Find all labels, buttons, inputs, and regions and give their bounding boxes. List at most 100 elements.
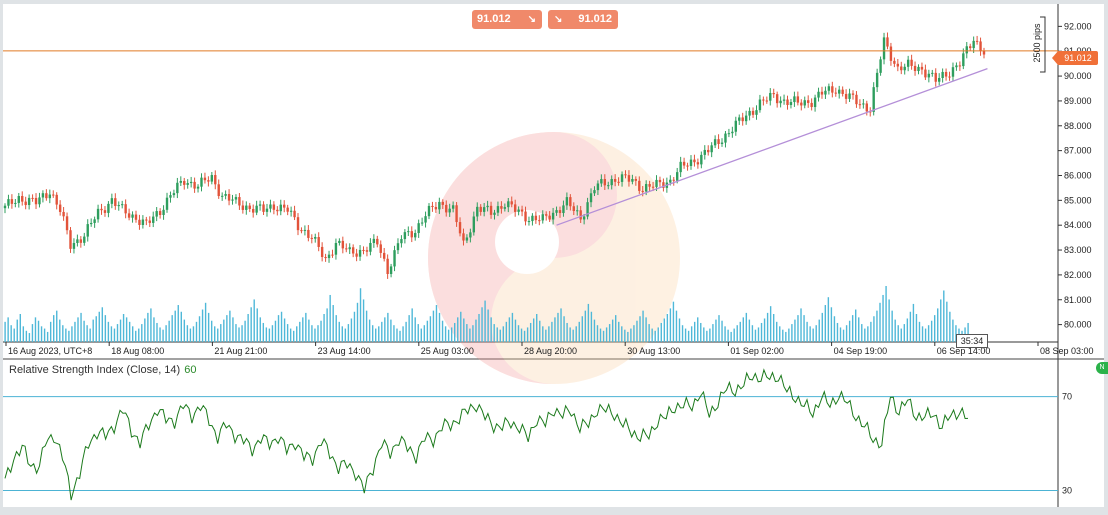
candle-body [655,179,658,187]
volume-bar [760,322,763,342]
volume-bar [122,314,125,342]
candle-body [7,199,10,206]
candle-body [527,221,531,223]
volume-bar [441,320,444,342]
volume-bar [153,317,155,342]
candle-body [410,231,413,238]
volume-bar [402,326,404,342]
volume-bar [918,321,921,342]
volume-bar [912,303,915,342]
volume-bar [396,328,398,342]
candle-body [713,139,717,146]
x-tick-label: 25 Aug 03:00 [421,346,474,356]
candle-body [937,78,941,82]
candle-body [214,175,217,185]
candle-body [345,248,348,250]
volume-bar [365,310,368,342]
volume-bar [22,326,25,342]
volume-bar [721,320,723,342]
volume-bar [727,329,729,342]
candle-body [965,46,968,54]
volume-bar [308,319,310,342]
candle-body [407,231,410,233]
candle-body [121,204,124,206]
volume-bar [53,315,55,342]
candle-body [824,90,827,95]
volume-bar [92,319,94,342]
candle-body [58,204,62,212]
candle-body [210,175,214,182]
new-indicator-icon[interactable]: N [1096,362,1108,374]
volume-bar [842,329,845,342]
x-tick-label: 21 Aug 21:00 [214,346,267,356]
sell-price-button[interactable]: 91.012 ↘ [472,10,542,29]
volume-bar [147,312,149,342]
candle-body [624,174,627,176]
volume-bar [326,308,328,342]
volume-bar [937,308,939,342]
volume-bar [362,299,365,342]
candle-body [262,204,265,212]
rsi-title: Relative Strength Index (Close, 14) 60 [9,364,196,376]
candle-body [103,210,107,213]
volume-bar [648,324,650,342]
volume-bar [289,328,292,342]
candle-body [886,37,889,47]
candle-body [582,216,586,220]
volume-bar [590,311,593,342]
candle-body [382,252,386,259]
candle-body [117,205,120,207]
volume-bar [19,314,21,342]
volume-bar [414,317,416,342]
x-tick-label: 16 Aug 2023, UTC+8 [8,346,92,356]
buy-price-button[interactable]: ↘ 91.012 [548,10,618,29]
volume-bar [13,328,15,342]
volume-bar [65,328,67,342]
volume-bar [490,317,492,342]
volume-bar [83,320,85,342]
candle-body [69,230,72,249]
candle-body [548,215,551,220]
candle-body [851,93,855,95]
candle-body [134,214,138,220]
volume-bar [329,294,331,342]
candle-body [879,59,882,73]
candle-body [355,253,358,257]
volume-bar [627,331,629,342]
volume-bar [724,326,726,342]
candle-body [455,205,458,223]
candle-body [3,205,7,209]
volume-bar [320,320,322,342]
candle-body [193,181,196,189]
volume-bar [77,317,79,342]
volume-bar [49,321,52,342]
volume-bar [204,302,207,342]
volume-bar [608,324,611,342]
candle-body [603,179,607,186]
candle-body [793,96,796,103]
candle-body [524,211,527,222]
volume-bar [791,324,793,342]
volume-bar [779,326,781,342]
chart-canvas[interactable]: 80.000 81.000 82.000 83.000 84.000 85.000 86.0… [0,0,1108,515]
candle-body [955,65,958,68]
volume-bar [654,330,656,342]
volume-bar [135,330,137,342]
volume-bar [62,325,64,342]
volume-bar [709,328,711,342]
volume-bar [56,310,58,342]
volume-bar [359,288,362,342]
volume-bar [189,328,192,342]
candle-body [924,69,927,78]
candle-body [145,219,148,221]
volume-bar [858,317,860,342]
y-tick-label: 92.000 [1064,21,1092,31]
volume-bar [854,309,857,342]
candle-body [513,204,517,212]
volume-bar [286,324,289,342]
y-tick-label: 80.000 [1064,320,1092,330]
volume-bar [150,308,152,342]
volume-bar [128,321,131,342]
volume-bar [192,326,195,342]
rsi-level-label: 70 [1062,392,1072,402]
